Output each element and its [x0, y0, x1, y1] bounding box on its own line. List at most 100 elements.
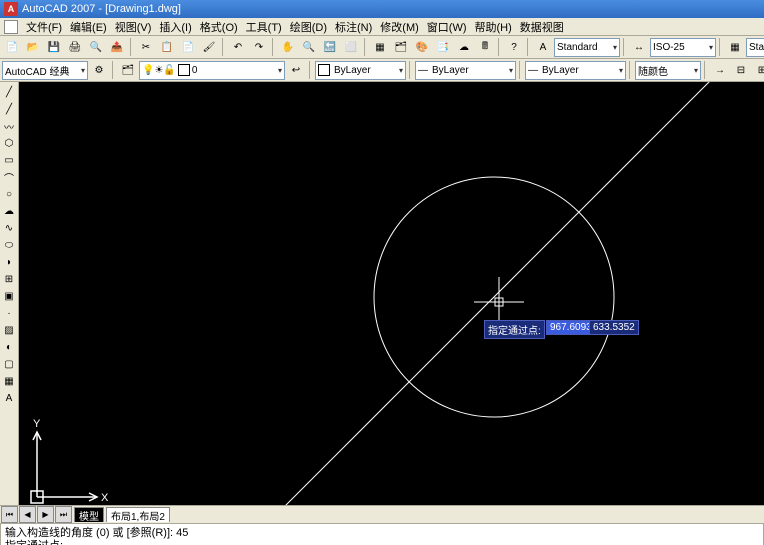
tab-first-icon[interactable]: ⏮ [1, 506, 18, 523]
point-icon[interactable]: · [1, 305, 17, 321]
pan-icon[interactable]: ✋ [278, 37, 298, 57]
menu-draw[interactable]: 绘图(D) [290, 19, 327, 35]
match-icon[interactable]: 🖌 [199, 37, 219, 57]
menu-format[interactable]: 格式(O) [200, 19, 238, 35]
workspace: ╱ ╱ 〰 ⬡ ▭ ⌒ ○ ☁ ∿ ⬭ ◗ ⊞ ▣ · ▨ ◐ ▢ ▦ A [0, 82, 764, 505]
plot-icon[interactable]: 🖨 [65, 37, 85, 57]
line-icon[interactable]: ╱ [1, 84, 17, 100]
plotstyle-combo[interactable]: 随颜色 [635, 61, 701, 80]
draw-toolbar: ╱ ╱ 〰 ⬡ ▭ ⌒ ○ ☁ ∿ ⬭ ◗ ⊞ ▣ · ▨ ◐ ▢ ▦ A [0, 82, 19, 505]
spline-icon[interactable]: ∿ [1, 220, 17, 236]
zoom-icon[interactable]: 🔍 [299, 37, 319, 57]
pline-icon[interactable]: 〰 [1, 118, 17, 134]
gradient-icon[interactable]: ◐ [1, 339, 17, 355]
table-combo[interactable]: Standard [746, 38, 764, 57]
menu-view[interactable]: 视图(V) [115, 19, 152, 35]
menu-bar: 文件(F) 编辑(E) 视图(V) 插入(I) 格式(O) 工具(T) 绘图(D… [0, 18, 764, 36]
menu-data[interactable]: 数据视图 [520, 19, 564, 35]
region-icon[interactable]: ▢ [1, 356, 17, 372]
app-icon: A [4, 2, 18, 16]
cmd-history-line: 输入构造线的角度 (0) 或 [参照(R)]: 45 [5, 527, 759, 540]
rect-icon[interactable]: ▭ [1, 152, 17, 168]
style-combo[interactable]: Standard [554, 38, 620, 57]
drawing-canvas[interactable]: Y X 指定通过点: 967.6093 633.5352 [19, 82, 764, 505]
ws-settings-icon[interactable]: ⚙ [89, 60, 109, 80]
linetype-combo[interactable]: — ByLayer [415, 61, 516, 80]
props-icon[interactable]: ▦ [370, 37, 390, 57]
lineweight-combo[interactable]: — ByLayer [525, 61, 626, 80]
block-icon[interactable]: ▣ [1, 288, 17, 304]
layers-toolbar: AutoCAD 经典 ⚙ 🗂 💡 ☀ 🔓 0 ↩ ByLayer — ByLay… [0, 59, 764, 82]
tool-pal-icon[interactable]: 🎨 [412, 37, 432, 57]
tablestyle-icon[interactable]: ▦ [725, 37, 745, 57]
sheet-icon[interactable]: 📑 [433, 37, 453, 57]
calc-icon[interactable]: 🖩 [475, 37, 495, 57]
window-title: AutoCAD 2007 - [Drawing1.dwg] [22, 3, 181, 15]
ellipse-icon[interactable]: ⬭ [1, 237, 17, 253]
revcloud-icon[interactable]: ☁ [1, 203, 17, 219]
layer-prev-icon[interactable]: ↩ [286, 60, 306, 80]
menu-tools[interactable]: 工具(T) [246, 19, 282, 35]
color-combo[interactable]: ByLayer [315, 61, 406, 80]
tab-last-icon[interactable]: ⏭ [55, 506, 72, 523]
insert-icon[interactable]: ⊞ [1, 271, 17, 287]
zoom-win-icon[interactable]: ⬜ [341, 37, 361, 57]
publish-icon[interactable]: 📤 [107, 37, 127, 57]
model-tab[interactable]: 模型 [74, 507, 104, 522]
menu-edit[interactable]: 编辑(E) [70, 19, 107, 35]
dc-icon[interactable]: 🗂 [391, 37, 411, 57]
cut-icon[interactable]: ✂ [136, 37, 156, 57]
hatch-icon[interactable]: ▨ [1, 322, 17, 338]
lineweight-icon: — [528, 65, 538, 76]
color-swatch [318, 64, 330, 76]
layout-tabs-group[interactable]: 布局1,布局2 [106, 507, 170, 522]
textstyle-icon[interactable]: A [533, 37, 553, 57]
layer-sun-icon: ☀ [154, 65, 163, 76]
layer-mgr-icon[interactable]: 🗂 [118, 60, 138, 80]
paste-icon[interactable]: 📄 [178, 37, 198, 57]
dimstyle-icon[interactable]: ↔ [629, 37, 649, 57]
menu-help[interactable]: 帮助(H) [475, 19, 512, 35]
xline-icon[interactable]: ╱ [1, 101, 17, 117]
ellipse-arc-icon[interactable]: ◗ [1, 254, 17, 270]
tab-next-icon[interactable]: ▶ [37, 506, 54, 523]
copy-icon[interactable]: 📋 [157, 37, 177, 57]
join-icon[interactable]: ⊞ [752, 60, 764, 80]
zoom-prev-icon[interactable]: 🔙 [320, 37, 340, 57]
table-icon[interactable]: ▦ [1, 373, 17, 389]
polygon-icon[interactable]: ⬡ [1, 135, 17, 151]
title-bar: A AutoCAD 2007 - [Drawing1.dwg] [0, 0, 764, 18]
layer-lock-icon: 🔓 [163, 65, 175, 76]
command-window[interactable]: 输入构造线的角度 (0) 或 [参照(R)]: 45 指定通过点: [0, 523, 764, 545]
menu-modify[interactable]: 修改(M) [380, 19, 419, 35]
menu-dim[interactable]: 标注(N) [335, 19, 372, 35]
mtext-icon[interactable]: A [1, 390, 17, 406]
extend-icon[interactable]: → [710, 60, 730, 80]
layer-combo[interactable]: 💡 ☀ 🔓 0 [139, 61, 285, 80]
workspace-combo[interactable]: AutoCAD 经典 [2, 61, 88, 80]
layer-color-swatch [178, 64, 190, 76]
tab-prev-icon[interactable]: ◀ [19, 506, 36, 523]
doc-icon [4, 20, 18, 34]
dynamic-prompt: 指定通过点: [484, 320, 545, 339]
break-icon[interactable]: ⊟ [731, 60, 751, 80]
help-icon[interactable]: ? [504, 37, 524, 57]
layout-tabs: ⏮ ◀ ▶ ⏭ 模型 布局1,布局2 [0, 505, 764, 523]
markup-icon[interactable]: ☁ [454, 37, 474, 57]
menu-file[interactable]: 文件(F) [26, 19, 62, 35]
circle-icon[interactable]: ○ [1, 186, 17, 202]
menu-window[interactable]: 窗口(W) [427, 19, 467, 35]
cmd-prompt-line: 指定通过点: [5, 540, 759, 545]
layer-name: 0 [192, 65, 198, 76]
preview-icon[interactable]: 🔍 [86, 37, 106, 57]
redo-icon[interactable]: ↷ [249, 37, 269, 57]
save-icon[interactable]: 💾 [44, 37, 64, 57]
open-icon[interactable]: 📂 [23, 37, 43, 57]
dim-combo[interactable]: ISO-25 [650, 38, 716, 57]
undo-icon[interactable]: ↶ [228, 37, 248, 57]
dynamic-y: 633.5352 [589, 320, 639, 335]
new-icon[interactable]: 📄 [2, 37, 22, 57]
menu-insert[interactable]: 插入(I) [159, 19, 191, 35]
ucs-y-label: Y [33, 418, 41, 430]
arc-icon[interactable]: ⌒ [1, 169, 17, 185]
